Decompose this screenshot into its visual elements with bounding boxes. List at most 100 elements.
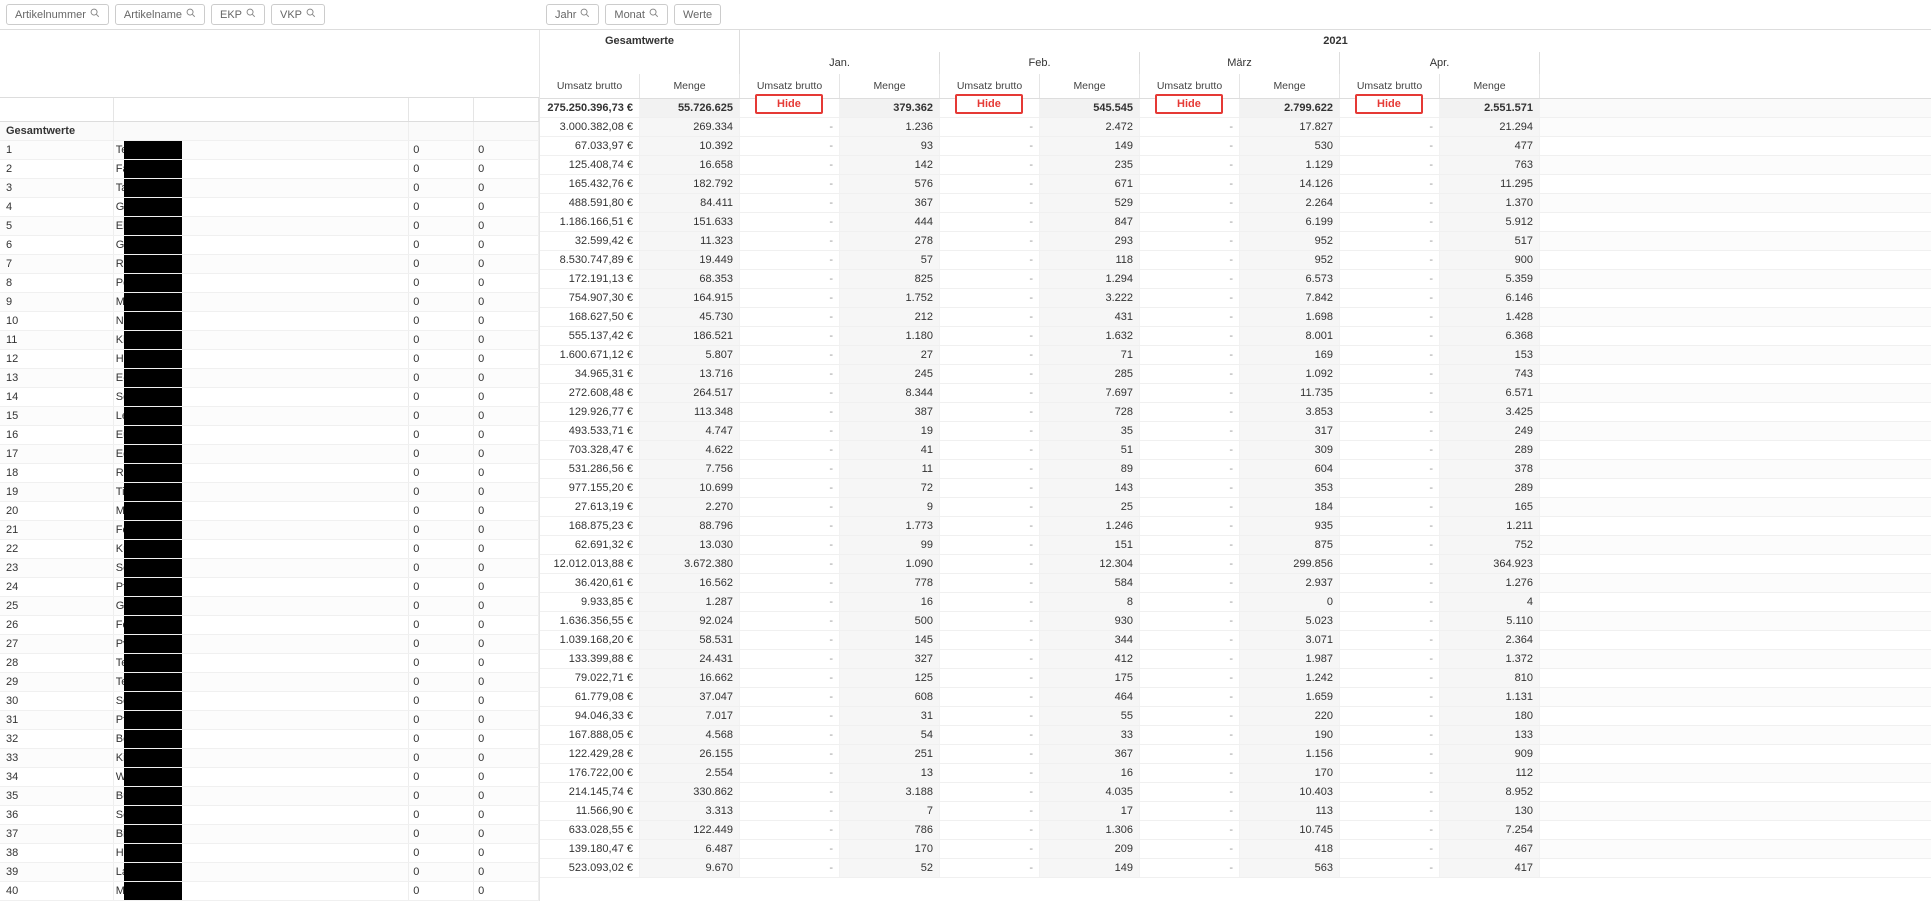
- table-row[interactable]: 24Pfl00: [0, 578, 539, 597]
- table-row[interactable]: 34Wi00: [0, 768, 539, 787]
- table-row[interactable]: 27Pv00: [0, 635, 539, 654]
- table-row[interactable]: 23Sc00: [0, 559, 539, 578]
- table-row[interactable]: 11.566,90 €3.313-7-17-113-130: [540, 802, 1931, 821]
- table-row[interactable]: 488.591,80 €84.411-367-529-2.264-1.370: [540, 194, 1931, 213]
- table-row[interactable]: 15Le00: [0, 407, 539, 426]
- table-row[interactable]: 176.722,00 €2.554-13-16-170-112: [540, 764, 1931, 783]
- table-row[interactable]: 33Ki00: [0, 749, 539, 768]
- table-row[interactable]: 13E-00: [0, 369, 539, 388]
- table-row[interactable]: 3.000.382,08 €269.334-1.236-2.472-17.827…: [540, 118, 1931, 137]
- table-row[interactable]: 167.888,05 €4.568-54-33-190-133: [540, 726, 1931, 745]
- table-row[interactable]: 31Pfl00: [0, 711, 539, 730]
- table-row[interactable]: 37Bil00: [0, 825, 539, 844]
- table-row[interactable]: 22Kü00: [0, 540, 539, 559]
- table-row[interactable]: 5El00: [0, 217, 539, 236]
- table-row[interactable]: 122.429,28 €26.155-251-367-1.156-909: [540, 745, 1931, 764]
- table-row[interactable]: 8Po00: [0, 274, 539, 293]
- table-row[interactable]: 27.613,19 €2.270-9-25-184-165: [540, 498, 1931, 517]
- table-row[interactable]: 35Bü00: [0, 787, 539, 806]
- month-header[interactable]: März: [1140, 52, 1340, 74]
- table-row[interactable]: 633.028,55 €122.449-786-1.306-10.745-7.2…: [540, 821, 1931, 840]
- table-row[interactable]: 275.250.396,73 €55.726.625379.362545.545…: [540, 99, 1931, 118]
- table-row[interactable]: 61.779,08 €37.047-608-464-1.659-1.131: [540, 688, 1931, 707]
- table-row[interactable]: 20Ma00: [0, 502, 539, 521]
- table-row[interactable]: 3Ta00: [0, 179, 539, 198]
- filter-chip-ekp[interactable]: EKP: [211, 4, 265, 25]
- table-row[interactable]: 8.530.747,89 €19.449-57-118-952-900: [540, 251, 1931, 270]
- measure-header-menge[interactable]: Menge: [1440, 74, 1540, 98]
- table-row[interactable]: 2Fa00: [0, 160, 539, 179]
- table-row[interactable]: 25Gl00: [0, 597, 539, 616]
- filter-chip-artikelname[interactable]: Artikelname: [115, 4, 205, 25]
- table-row[interactable]: 79.022,71 €16.662-125-175-1.242-810: [540, 669, 1931, 688]
- table-row[interactable]: 40Mo00: [0, 882, 539, 901]
- table-row[interactable]: 703.328,47 €4.622-41-51-309-289: [540, 441, 1931, 460]
- table-row[interactable]: 62.691,32 €13.030-99-151-875-752: [540, 536, 1931, 555]
- table-row[interactable]: 493.533,71 €4.747-19-35-317-249: [540, 422, 1931, 441]
- table-row[interactable]: 754.907,30 €164.915-1.752-3.222-7.842-6.…: [540, 289, 1931, 308]
- filter-chip-werte[interactable]: Werte: [674, 4, 721, 25]
- filter-chip-artikelnummer[interactable]: Artikelnummer: [6, 4, 109, 25]
- measure-header-menge[interactable]: Menge: [840, 74, 940, 98]
- table-row[interactable]: 39La00: [0, 863, 539, 882]
- table-row[interactable]: Gesamtwerte: [0, 122, 539, 141]
- table-row[interactable]: 16Eu00: [0, 426, 539, 445]
- table-row[interactable]: 29Te00: [0, 673, 539, 692]
- table-row[interactable]: 523.093,02 €9.670-52-149-563-417: [540, 859, 1931, 878]
- table-row[interactable]: 1.600.671,12 €5.807-27-71-169-153: [540, 346, 1931, 365]
- month-header[interactable]: Apr.: [1340, 52, 1540, 74]
- table-row[interactable]: 11Kl00: [0, 331, 539, 350]
- measure-header-menge[interactable]: Menge: [1240, 74, 1340, 98]
- table-row[interactable]: 14So00: [0, 388, 539, 407]
- filter-chip-jahr[interactable]: Jahr: [546, 4, 599, 25]
- table-row[interactable]: 139.180,47 €6.487-170-209-418-467: [540, 840, 1931, 859]
- table-row[interactable]: 129.926,77 €113.348-387-728-3.853-3.425: [540, 403, 1931, 422]
- table-row[interactable]: 1.186.166,51 €151.633-444-847-6.199-5.91…: [540, 213, 1931, 232]
- table-row[interactable]: 977.155,20 €10.699-72-143-353-289: [540, 479, 1931, 498]
- filter-chip-monat[interactable]: Monat: [605, 4, 668, 25]
- table-row[interactable]: 9Ma00: [0, 293, 539, 312]
- table-row[interactable]: 1.636.356,55 €92.024-500-930-5.023-5.110: [540, 612, 1931, 631]
- table-row[interactable]: 172.191,13 €68.353-825-1.294-6.573-5.359: [540, 270, 1931, 289]
- col-group-year[interactable]: 2021: [740, 30, 1931, 52]
- col-group-totals[interactable]: Gesamtwerte: [540, 30, 740, 52]
- table-row[interactable]: 28Te00: [0, 654, 539, 673]
- table-row[interactable]: 67.033,97 €10.392-93-149-530-477: [540, 137, 1931, 156]
- table-row[interactable]: 10No00: [0, 312, 539, 331]
- table-row[interactable]: 1.039.168,20 €58.531-145-344-3.071-2.364: [540, 631, 1931, 650]
- table-row[interactable]: 125.408,74 €16.658-142-235-1.129-763: [540, 156, 1931, 175]
- table-row[interactable]: 38He00: [0, 844, 539, 863]
- table-row[interactable]: 21Fo00: [0, 521, 539, 540]
- table-row[interactable]: 17Ec00: [0, 445, 539, 464]
- measure-header-menge[interactable]: Menge: [640, 74, 740, 98]
- table-row[interactable]: 168.875,23 €88.796-1.773-1.246-935-1.211: [540, 517, 1931, 536]
- measure-header-menge[interactable]: Menge: [1040, 74, 1140, 98]
- table-row[interactable]: 32.599,42 €11.323-278-293-952-517: [540, 232, 1931, 251]
- table-row[interactable]: 36.420,61 €16.562-778-584-2.937-1.276: [540, 574, 1931, 593]
- table-row[interactable]: 30So00: [0, 692, 539, 711]
- table-row[interactable]: 94.046,33 €7.017-31-55-220-180: [540, 707, 1931, 726]
- table-row[interactable]: 555.137,42 €186.521-1.180-1.632-8.001-6.…: [540, 327, 1931, 346]
- table-row[interactable]: 6Ga00: [0, 236, 539, 255]
- table-row[interactable]: 36Sc00: [0, 806, 539, 825]
- month-header[interactable]: Feb.: [940, 52, 1140, 74]
- table-row[interactable]: 133.399,88 €24.431-327-412-1.987-1.372: [540, 650, 1931, 669]
- table-row[interactable]: 9.933,85 €1.287-16-8-0-4: [540, 593, 1931, 612]
- table-row[interactable]: 165.432,76 €182.792-576-671-14.126-11.29…: [540, 175, 1931, 194]
- table-row[interactable]: 12.012.013,88 €3.672.380-1.090-12.304-29…: [540, 555, 1931, 574]
- table-row[interactable]: 4Ga00: [0, 198, 539, 217]
- table-row[interactable]: 26Fe00: [0, 616, 539, 635]
- table-row[interactable]: 12Ha00: [0, 350, 539, 369]
- table-row[interactable]: 34.965,31 €13.716-245-285-1.092-743: [540, 365, 1931, 384]
- table-row[interactable]: 19Ti00: [0, 483, 539, 502]
- table-row[interactable]: 32Be00: [0, 730, 539, 749]
- table-row[interactable]: 7Ra00: [0, 255, 539, 274]
- measure-header-umsatz[interactable]: Umsatz brutto: [540, 74, 640, 98]
- filter-chip-vkp[interactable]: VKP: [271, 4, 325, 25]
- month-header[interactable]: Jan.: [740, 52, 940, 74]
- table-row[interactable]: 272.608,48 €264.517-8.344-7.697-11.735-6…: [540, 384, 1931, 403]
- table-row[interactable]: 18Re00: [0, 464, 539, 483]
- table-row[interactable]: 168.627,50 €45.730-212-431-1.698-1.428: [540, 308, 1931, 327]
- table-row[interactable]: 1Te00: [0, 141, 539, 160]
- table-row[interactable]: 214.145,74 €330.862-3.188-4.035-10.403-8…: [540, 783, 1931, 802]
